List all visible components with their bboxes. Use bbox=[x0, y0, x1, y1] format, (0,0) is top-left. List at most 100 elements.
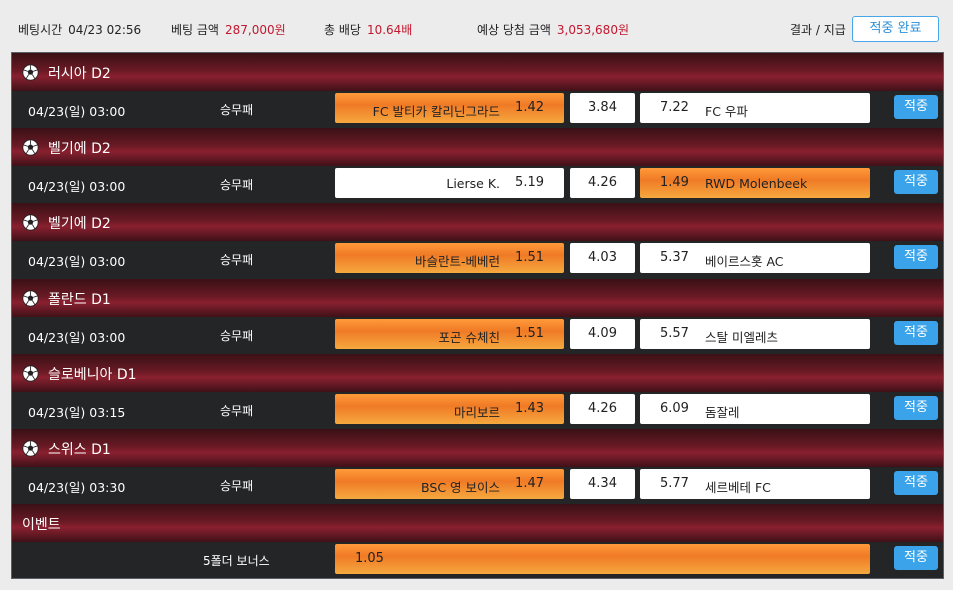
bet-type: 승무패 bbox=[220, 103, 254, 117]
away-odds-value: 5.57 bbox=[660, 326, 689, 341]
league-name: 벨기에 D2 bbox=[48, 216, 111, 232]
bet-type: 승무패 bbox=[220, 479, 254, 493]
draw-odds-value: 4.26 bbox=[588, 175, 617, 190]
away-team-name: 돔잘레 bbox=[705, 405, 740, 420]
match-row: 04/23(일) 03:00 승무패 Lierse K. 5.19 4.26 1… bbox=[12, 166, 943, 202]
hit-status-button[interactable]: 적중 bbox=[894, 471, 938, 495]
home-odds-cell[interactable]: 포곤 슈체친 1.51 bbox=[335, 319, 564, 349]
bet-slip-board: 러시아 D2 04/23(일) 03:00 승무패 FC 발티카 칼리닌그라드 … bbox=[11, 52, 944, 579]
league-header: 러시아 D2 bbox=[12, 53, 943, 92]
away-odds-value: 6.09 bbox=[660, 401, 689, 416]
match-row: 04/23(일) 03:00 승무패 포곤 슈체친 1.51 4.09 5.57… bbox=[12, 317, 943, 353]
hit-status-button[interactable]: 적중 bbox=[894, 245, 938, 269]
home-odds-cell[interactable]: Lierse K. 5.19 bbox=[335, 168, 564, 198]
away-odds-cell[interactable]: 7.22 FC 우파 bbox=[640, 93, 870, 123]
draw-odds-value: 4.09 bbox=[588, 326, 617, 341]
event-header-label: 이벤트 bbox=[22, 517, 61, 533]
total-odds-value: 10.64배 bbox=[366, 23, 413, 37]
match-row: 04/23(일) 03:00 승무패 바슬란트-베베런 1.51 4.03 5.… bbox=[12, 241, 943, 277]
match-time: 04/23(일) 03:00 bbox=[28, 104, 126, 119]
away-team-name: 베이르스홋 AC bbox=[705, 254, 784, 269]
home-team-name: 포곤 슈체친 bbox=[438, 330, 500, 345]
match-row: 04/23(일) 03:00 승무패 FC 발티카 칼리닌그라드 1.42 3.… bbox=[12, 91, 943, 127]
hit-status-button[interactable]: 적중 bbox=[894, 170, 938, 194]
draw-odds-cell[interactable]: 4.34 bbox=[570, 469, 635, 499]
total-odds: 총 배당 10.64배 bbox=[324, 21, 412, 38]
away-odds-value: 5.77 bbox=[660, 476, 689, 491]
bonus-odds-cell[interactable]: 1.05 bbox=[335, 544, 870, 574]
bet-type: 승무패 bbox=[220, 178, 254, 192]
bonus-label: 5폴더 보너스 bbox=[203, 554, 270, 568]
home-team-name: FC 발티카 칼리닌그라드 bbox=[372, 104, 500, 119]
home-odds-value: 1.51 bbox=[515, 326, 544, 341]
home-odds-value: 5.19 bbox=[515, 175, 544, 190]
soccer-ball-icon bbox=[22, 365, 39, 382]
bet-summary-bar: 베팅시간 04/23 02:56 베팅 금액 287,000원 총 배당 10.64배… bbox=[0, 0, 953, 52]
away-odds-cell[interactable]: 5.77 세르베테 FC bbox=[640, 469, 870, 499]
expected-win-value: 3,053,680원 bbox=[556, 23, 629, 37]
home-team-name: Lierse K. bbox=[446, 176, 500, 191]
hit-status-button[interactable]: 적중 bbox=[894, 546, 938, 570]
soccer-ball-icon bbox=[22, 440, 39, 457]
bet-type: 승무패 bbox=[220, 253, 254, 267]
match-row: 04/23(일) 03:30 승무패 BSC 영 보이스 1.47 4.34 5… bbox=[12, 467, 943, 503]
event-header: 이벤트 bbox=[12, 504, 943, 543]
away-odds-value: 5.37 bbox=[660, 250, 689, 265]
away-odds-cell[interactable]: 5.57 스탈 미엘레츠 bbox=[640, 319, 870, 349]
away-odds-value: 1.49 bbox=[660, 175, 689, 190]
league-name: 스위스 D1 bbox=[48, 442, 111, 458]
soccer-ball-icon bbox=[22, 214, 39, 231]
league-name: 러시아 D2 bbox=[48, 66, 111, 82]
away-odds-cell[interactable]: 5.37 베이르스홋 AC bbox=[640, 243, 870, 273]
league-name: 슬로베니아 D1 bbox=[48, 367, 137, 383]
bet-amount-value: 287,000원 bbox=[224, 23, 286, 37]
draw-odds-cell[interactable]: 4.09 bbox=[570, 319, 635, 349]
league-name: 폴란드 D1 bbox=[48, 292, 111, 308]
draw-odds-cell[interactable]: 4.03 bbox=[570, 243, 635, 273]
draw-odds-value: 4.34 bbox=[588, 476, 617, 491]
away-odds-value: 7.22 bbox=[660, 100, 689, 115]
home-odds-value: 1.43 bbox=[515, 401, 544, 416]
home-odds-cell[interactable]: 마리보르 1.43 bbox=[335, 394, 564, 424]
draw-odds-cell[interactable]: 4.26 bbox=[570, 394, 635, 424]
hit-status-button[interactable]: 적중 bbox=[894, 95, 938, 119]
home-odds-cell[interactable]: FC 발티카 칼리닌그라드 1.42 bbox=[335, 93, 564, 123]
bet-time: 베팅시간 04/23 02:56 bbox=[18, 21, 141, 38]
bet-amount-label: 베팅 금액 bbox=[171, 23, 219, 37]
event-row: 5폴더 보너스 1.05 적중 bbox=[12, 542, 943, 578]
league-header: 스위스 D1 bbox=[12, 429, 943, 468]
soccer-ball-icon bbox=[22, 290, 39, 307]
bet-type: 승무패 bbox=[220, 329, 254, 343]
away-team-name: 스탈 미엘레츠 bbox=[705, 330, 778, 345]
home-odds-value: 1.47 bbox=[515, 476, 544, 491]
away-odds-cell[interactable]: 6.09 돔잘레 bbox=[640, 394, 870, 424]
match-time: 04/23(일) 03:15 bbox=[28, 405, 126, 420]
soccer-ball-icon bbox=[22, 139, 39, 156]
match-time: 04/23(일) 03:00 bbox=[28, 254, 126, 269]
away-odds-cell[interactable]: 1.49 RWD Molenbeek bbox=[640, 168, 870, 198]
hit-status-button[interactable]: 적중 bbox=[894, 321, 938, 345]
home-odds-cell[interactable]: 바슬란트-베베런 1.51 bbox=[335, 243, 564, 273]
soccer-ball-icon bbox=[22, 64, 39, 81]
expected-win-label: 예상 당첨 금액 bbox=[477, 23, 551, 37]
result-label: 결과 / 지급 bbox=[790, 23, 846, 37]
away-team-name: 세르베테 FC bbox=[705, 480, 771, 495]
league-header: 폴란드 D1 bbox=[12, 279, 943, 318]
home-odds-cell[interactable]: BSC 영 보이스 1.47 bbox=[335, 469, 564, 499]
home-team-name: 바슬란트-베베런 bbox=[414, 254, 500, 269]
result-status-button[interactable]: 적중 완료 bbox=[852, 16, 939, 42]
draw-odds-cell[interactable]: 4.26 bbox=[570, 168, 635, 198]
draw-odds-value: 4.26 bbox=[588, 401, 617, 416]
bet-type: 승무패 bbox=[220, 404, 254, 418]
bet-time-value: 04/23 02:56 bbox=[68, 23, 142, 37]
bonus-odds-value: 1.05 bbox=[355, 551, 384, 566]
draw-odds-value: 4.03 bbox=[588, 250, 617, 265]
match-time: 04/23(일) 03:00 bbox=[28, 330, 126, 345]
league-header: 벨기에 D2 bbox=[12, 128, 943, 167]
expected-win: 예상 당첨 금액 3,053,680원 bbox=[477, 21, 629, 38]
home-team-name: 마리보르 bbox=[453, 405, 500, 420]
match-time: 04/23(일) 03:00 bbox=[28, 179, 126, 194]
draw-odds-cell[interactable]: 3.84 bbox=[570, 93, 635, 123]
match-row: 04/23(일) 03:15 승무패 마리보르 1.43 4.26 6.09 돔… bbox=[12, 392, 943, 428]
hit-status-button[interactable]: 적중 bbox=[894, 396, 938, 420]
